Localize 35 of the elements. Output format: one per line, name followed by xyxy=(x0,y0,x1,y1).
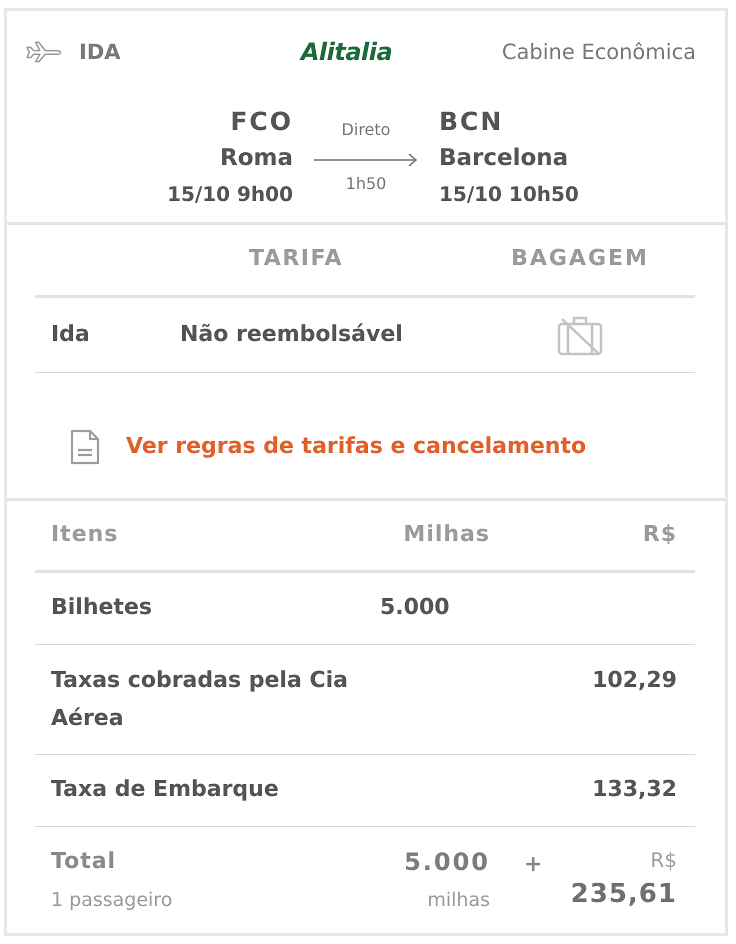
amount-value: 102,29 xyxy=(592,667,677,695)
column-header: Itens xyxy=(50,521,118,549)
cabin-class: Cabine Econômica xyxy=(502,39,696,66)
column-header: R$ xyxy=(642,521,677,549)
destination-city: Barcelona xyxy=(439,144,568,173)
item-label: Taxa de Embarque xyxy=(50,776,279,804)
stops-label: Direto xyxy=(342,120,390,140)
departure-time: 15/10 9h00 xyxy=(167,181,293,208)
column-header: BAGAGEM xyxy=(511,245,649,273)
total-label: Total xyxy=(51,848,116,876)
destination-code: BCN xyxy=(439,106,504,138)
direction-label: IDA xyxy=(79,39,120,66)
fare-rules-link[interactable]: Ver regras de tarifas e cancelamento xyxy=(126,429,586,465)
miles-value: 5.000 xyxy=(380,595,450,620)
origin-city: Roma xyxy=(220,144,293,173)
column-header: Milhas xyxy=(403,521,490,549)
origin-code: FCO xyxy=(230,106,293,138)
column-header: TARIFA xyxy=(249,245,343,273)
currency-label: R$ xyxy=(650,848,677,872)
item-label: Taxas cobradas pela Cia Aérea xyxy=(50,667,349,733)
leg-label: Ida xyxy=(50,321,90,349)
total-amount: 235,61 xyxy=(570,878,677,910)
total-miles: 5.000 xyxy=(404,847,490,877)
plus-sign: + xyxy=(524,851,542,879)
miles-unit: milhas xyxy=(427,888,490,913)
fare-type: Não reembolsável xyxy=(179,321,403,349)
document-icon xyxy=(70,429,100,465)
duration-label: 1h50 xyxy=(346,174,386,194)
item-label: Bilhetes xyxy=(50,594,152,622)
airline-logo: Alitalia xyxy=(300,37,392,67)
passenger-count: 1 passageiro xyxy=(51,888,172,913)
arrival-time: 15/10 10h50 xyxy=(439,181,579,208)
arrow-icon xyxy=(314,153,418,167)
amount-value: 133,32 xyxy=(592,776,677,804)
airplane-icon xyxy=(25,41,62,63)
